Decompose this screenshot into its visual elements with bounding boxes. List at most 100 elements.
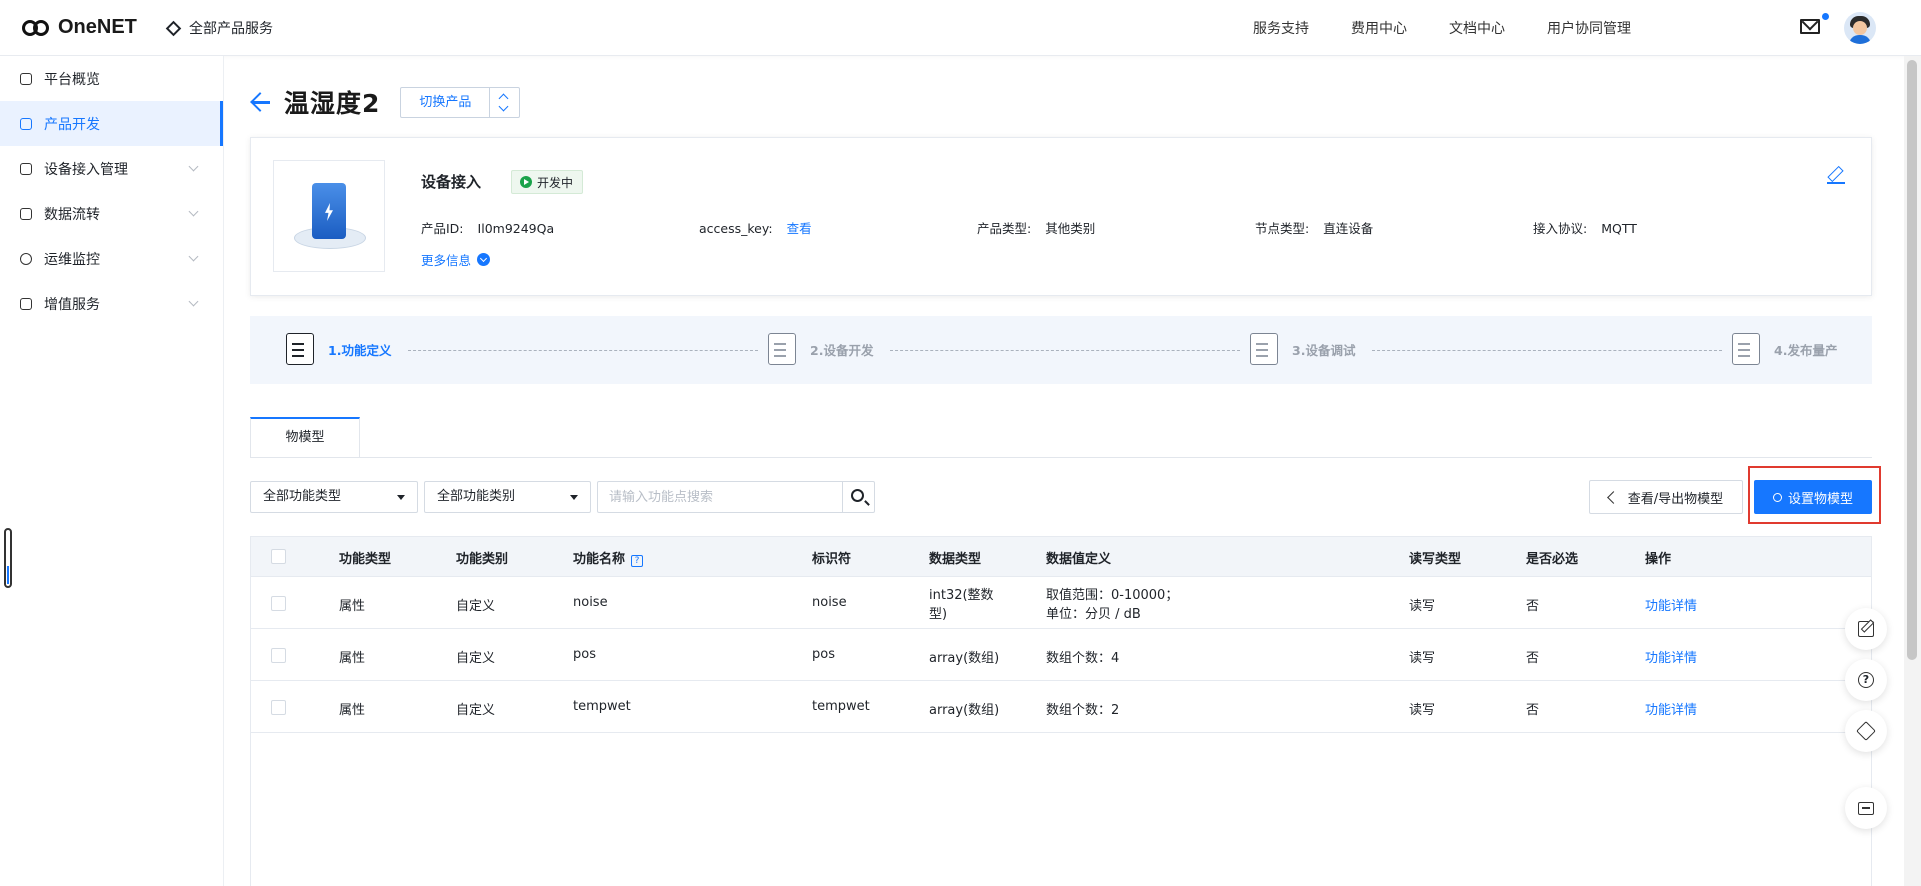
all-products-label: 全部产品服务	[189, 21, 273, 37]
page-header: 温湿度2 切换产品	[250, 84, 521, 120]
sidebar-item-value-added[interactable]: 增值服务	[0, 281, 223, 326]
field-product-type: 产品类型: 其他类别	[977, 221, 1096, 236]
table-row: 属性 自定义 pos pos array(数组) 数组个数：4 读写 否 功能详…	[251, 630, 1871, 681]
switch-product-button[interactable]: 切换产品	[401, 87, 491, 117]
tab-divider	[250, 457, 1872, 458]
col-function-type: 功能类型	[339, 552, 392, 567]
sidebar-item-data-flow[interactable]: 数据流转	[0, 191, 223, 236]
cube-icon	[20, 117, 32, 130]
sidebar-item-label: 增值服务	[44, 296, 100, 313]
page-scrollbar[interactable]	[1904, 56, 1921, 886]
edit-icon[interactable]	[1827, 166, 1845, 184]
step-device-dev[interactable]: 2.设备开发	[768, 333, 873, 365]
nav-billing-center[interactable]: 费用中心	[1351, 18, 1407, 38]
user-avatar[interactable]	[1844, 12, 1876, 44]
row-checkbox[interactable]	[271, 648, 286, 663]
row-checkbox[interactable]	[271, 596, 286, 611]
col-actions: 操作	[1645, 552, 1672, 567]
product-image	[273, 160, 385, 272]
row-checkbox[interactable]	[271, 700, 286, 715]
help-button[interactable]: ?	[1845, 659, 1887, 701]
status-badge: 开发中	[511, 170, 584, 194]
tab-thing-model[interactable]: 物模型	[250, 417, 360, 457]
col-data-type: 数据类型	[929, 552, 982, 567]
brand-name: OneNET	[58, 16, 137, 38]
sidebar-item-ops-monitor[interactable]: 运维监控	[0, 236, 223, 281]
sidebar-item-product-dev[interactable]: 产品开发	[0, 101, 223, 146]
col-data-define: 数据值定义	[1046, 552, 1112, 567]
col-required: 是否必选	[1526, 552, 1579, 567]
field-access-key: access_key: 查看	[699, 221, 812, 236]
page-title: 温湿度2	[284, 89, 381, 118]
monitor-icon	[20, 252, 32, 265]
circle-icon	[1772, 492, 1782, 502]
dev-steps: 1.功能定义 2.设备开发 3.设备调试 4.发布量产	[250, 316, 1872, 384]
step-function-define[interactable]: 1.功能定义	[286, 333, 391, 365]
chevron-down-icon	[188, 296, 199, 307]
sidebar-scroll-indicator[interactable]	[4, 528, 12, 588]
function-detail-link[interactable]: 功能详情	[1645, 699, 1697, 718]
chevron-down-icon	[188, 251, 199, 262]
top-bar: OneNET 全部产品服务 服务支持 费用中心 文档中心 用户协同管理	[0, 0, 1921, 56]
chevron-down-icon	[188, 206, 199, 217]
plane-icon	[20, 297, 32, 310]
search-button[interactable]	[842, 481, 875, 513]
step-release[interactable]: 4.发布量产	[1732, 333, 1837, 365]
caret-down-icon	[570, 495, 578, 500]
function-category-select[interactable]: 全部功能类别	[424, 481, 591, 513]
function-detail-link[interactable]: 功能详情	[1645, 595, 1697, 614]
function-search-input[interactable]	[597, 481, 843, 513]
nav-docs-center[interactable]: 文档中心	[1449, 18, 1505, 38]
view-export-model-button[interactable]: 查看/导出物模型	[1589, 480, 1743, 514]
export-icon	[1606, 490, 1620, 504]
swap-arrows-icon[interactable]	[490, 88, 519, 117]
back-arrow-icon[interactable]	[250, 91, 272, 113]
help-icon[interactable]: ?	[631, 555, 644, 567]
document-edit-icon	[286, 333, 314, 365]
onenet-logo[interactable]: OneNET	[22, 16, 137, 39]
function-detail-link[interactable]: 功能详情	[1645, 647, 1697, 666]
setup-thing-model-button[interactable]: 设置物模型	[1754, 480, 1872, 514]
dashboard-icon	[20, 72, 32, 85]
nav-service-support[interactable]: 服务支持	[1253, 18, 1309, 38]
edit-note-icon	[1858, 621, 1874, 637]
more-info-toggle[interactable]: 更多信息	[421, 250, 491, 269]
thing-model-table: 功能类型 功能类别 功能名称? 标识符 数据类型 数据值定义 读写类型 是否必选…	[250, 536, 1872, 886]
mail-icon[interactable]	[1800, 19, 1820, 34]
switch-product-control: 切换产品	[400, 86, 521, 118]
field-product-id: 产品ID: Il0m9249Qa	[421, 221, 555, 236]
diamond-icon	[165, 20, 182, 36]
col-identifier: 标识符	[812, 552, 852, 567]
field-protocol: 接入协议: MQTT	[1533, 221, 1637, 236]
col-function-category: 功能类别	[456, 552, 509, 567]
col-function-name: 功能名称?	[573, 548, 644, 567]
all-products-menu[interactable]: 全部产品服务	[165, 18, 273, 38]
question-icon: ?	[1858, 672, 1874, 688]
chevron-down-icon	[477, 253, 491, 266]
table-row: 属性 自定义 tempwet tempwet array(数组) 数组个数：2 …	[251, 682, 1871, 733]
caret-down-icon	[397, 495, 405, 500]
feedback-button[interactable]	[1845, 608, 1887, 650]
notification-dot	[1822, 13, 1829, 20]
field-node-type: 节点类型: 直连设备	[1255, 221, 1374, 236]
sidebar-item-label: 运维监控	[44, 251, 100, 268]
cloud-icon	[1856, 721, 1876, 741]
select-all-checkbox[interactable]	[271, 549, 286, 564]
step-device-debug[interactable]: 3.设备调试	[1250, 333, 1355, 365]
chevron-down-icon	[188, 161, 199, 172]
device-icon	[20, 162, 32, 175]
collapse-button[interactable]	[1845, 787, 1887, 829]
checklist-icon	[1732, 333, 1760, 365]
function-type-select[interactable]: 全部功能类型	[250, 481, 418, 513]
col-rw-type: 读写类型	[1409, 552, 1462, 567]
flow-icon	[20, 207, 32, 220]
sidebar-item-label: 设备接入管理	[44, 161, 128, 178]
service-button[interactable]	[1845, 710, 1887, 752]
sidebar-item-device-access[interactable]: 设备接入管理	[0, 146, 223, 191]
product-info-card: 设备接入 开发中 产品ID: Il0m9249Qa access_key: 查看 产…	[250, 137, 1872, 296]
sidebar-item-platform-overview[interactable]: 平台概览	[0, 56, 223, 101]
top-nav: 服务支持 费用中心 文档中心 用户协同管理	[1211, 18, 1631, 38]
view-access-key-link[interactable]: 查看	[787, 221, 812, 236]
nav-user-collab[interactable]: 用户协同管理	[1547, 18, 1631, 38]
play-icon	[520, 176, 532, 188]
